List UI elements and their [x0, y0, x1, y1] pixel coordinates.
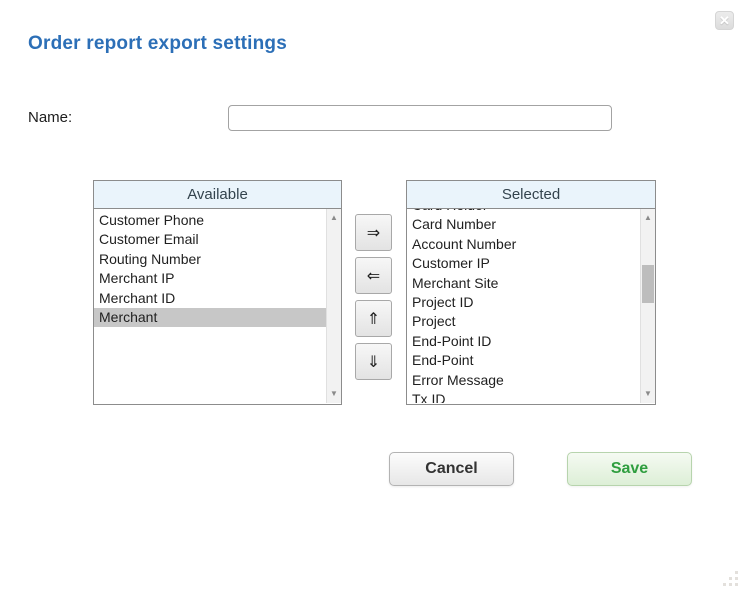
scroll-down-icon[interactable]: ▼ [641, 387, 655, 401]
list-item[interactable]: Project ID [407, 293, 640, 312]
list-item[interactable]: Card Number [407, 215, 640, 234]
available-list-header: Available [94, 181, 341, 209]
list-item[interactable]: Routing Number [94, 250, 326, 269]
scroll-down-icon[interactable]: ▼ [327, 387, 341, 401]
available-scrollbar[interactable]: ▲ ▼ [326, 209, 341, 403]
available-list[interactable]: Customer PhoneCustomer EmailRouting Numb… [94, 209, 341, 403]
move-up-button[interactable]: ⇑ [355, 300, 392, 337]
available-list-items: Customer PhoneCustomer EmailRouting Numb… [94, 211, 326, 327]
list-item[interactable]: Customer Phone [94, 211, 326, 230]
list-item[interactable]: Tx ID [407, 390, 640, 403]
list-item[interactable]: Merchant ID [94, 289, 326, 308]
selected-list-header: Selected [407, 181, 655, 209]
scrollbar-thumb[interactable] [642, 265, 654, 303]
move-down-button[interactable]: ⇓ [355, 343, 392, 380]
list-item[interactable]: Customer IP [407, 254, 640, 273]
list-item[interactable]: End-Point [407, 351, 640, 370]
list-item[interactable]: Merchant [94, 308, 326, 327]
selected-scrollbar[interactable]: ▲ ▼ [640, 209, 655, 403]
scroll-up-icon[interactable]: ▲ [641, 211, 655, 225]
list-item[interactable]: Customer Email [94, 230, 326, 249]
order-report-export-dialog: ✕ Order report export settings Name: Ava… [0, 0, 748, 598]
name-label: Name: [28, 109, 72, 126]
arrow-left-icon: ⇐ [367, 266, 380, 285]
list-item[interactable]: End-Point ID [407, 332, 640, 351]
list-item[interactable]: Project [407, 312, 640, 331]
arrow-down-icon: ⇓ [367, 352, 380, 371]
list-item[interactable]: Error Message [407, 371, 640, 390]
list-item[interactable]: Merchant Site [407, 274, 640, 293]
scroll-up-icon[interactable]: ▲ [327, 211, 341, 225]
move-right-button[interactable]: ⇒ [355, 214, 392, 251]
list-item[interactable]: Account Number [407, 235, 640, 254]
page-title: Order report export settings [28, 33, 287, 55]
move-left-button[interactable]: ⇐ [355, 257, 392, 294]
cancel-button[interactable]: Cancel [389, 452, 514, 486]
selected-listbox: Selected Card HolderCard NumberAccount N… [406, 180, 656, 405]
selected-list-items: Card HolderCard NumberAccount NumberCust… [407, 209, 640, 403]
list-item[interactable]: Merchant IP [94, 269, 326, 288]
available-listbox: Available Customer PhoneCustomer EmailRo… [93, 180, 342, 405]
arrow-right-icon: ⇒ [367, 223, 380, 242]
save-button[interactable]: Save [567, 452, 692, 486]
resize-grip-icon[interactable] [722, 570, 740, 586]
arrow-up-icon: ⇑ [367, 309, 380, 328]
close-button[interactable]: ✕ [715, 11, 734, 30]
close-icon: ✕ [719, 14, 730, 27]
name-input[interactable] [228, 105, 612, 131]
selected-list[interactable]: Card HolderCard NumberAccount NumberCust… [407, 209, 655, 403]
